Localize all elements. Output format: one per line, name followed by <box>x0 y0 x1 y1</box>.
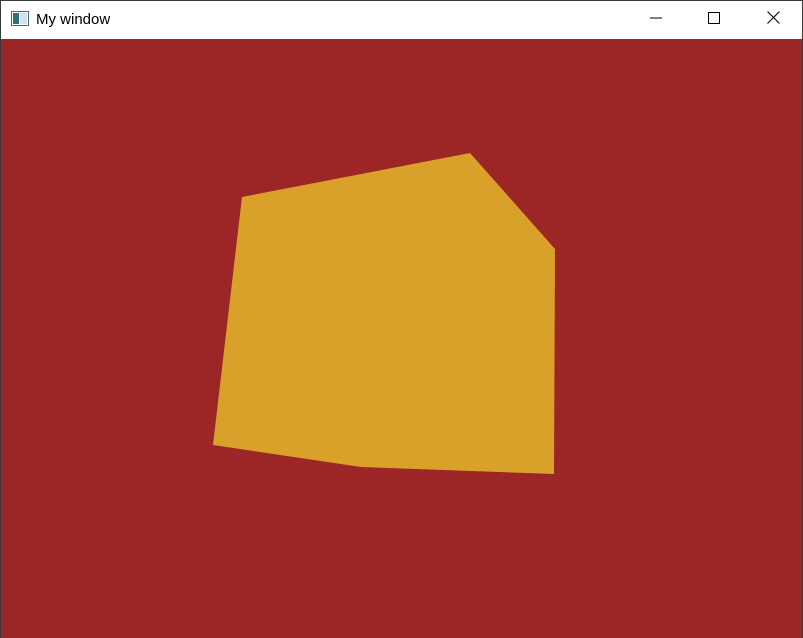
title-bar[interactable]: My window <box>1 1 802 38</box>
maximize-icon <box>708 11 720 29</box>
window-title: My window <box>36 11 111 28</box>
application-window: My window <box>0 0 803 638</box>
window-app-icon <box>11 11 29 26</box>
close-icon <box>766 10 780 29</box>
maximize-button[interactable] <box>685 1 743 38</box>
close-button[interactable] <box>744 1 802 38</box>
scene-svg <box>1 39 802 638</box>
render-canvas[interactable] <box>1 39 802 638</box>
minimize-button[interactable] <box>627 1 685 38</box>
yellow-quad-shape <box>213 153 555 474</box>
minimize-icon <box>650 11 662 29</box>
